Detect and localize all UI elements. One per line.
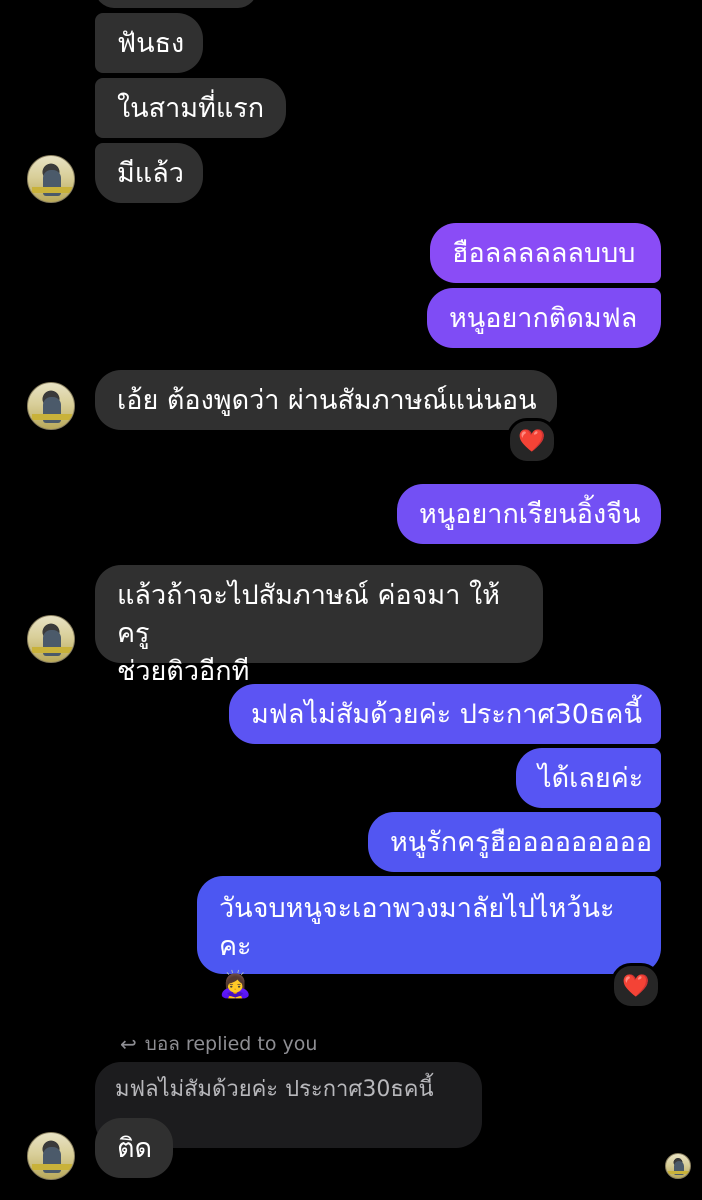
seen-receipt-avatar: [665, 1153, 691, 1179]
sender-avatar[interactable]: [27, 155, 75, 203]
sender-avatar[interactable]: [27, 1132, 75, 1180]
message-line: 🙇‍♀️: [219, 966, 639, 1004]
incoming-message-cutoff[interactable]: [95, 0, 257, 8]
reply-meta-text: บอล replied to you: [144, 1033, 318, 1055]
avatar-banner: [32, 647, 72, 653]
heart-reaction[interactable]: ❤️: [507, 418, 557, 464]
incoming-message[interactable]: ฟันธง: [95, 13, 203, 73]
reply-arrow-icon: ↩: [120, 1032, 137, 1056]
outgoing-message[interactable]: หนูอยากเรียนอิ้งจีน: [397, 484, 661, 544]
heart-icon: ❤️: [622, 973, 650, 999]
outgoing-message[interactable]: วันจบหนูจะเอาพวงมาลัยไปไหว้นะคะ 🙇‍♀️: [197, 876, 661, 1000]
outgoing-message[interactable]: ได้เลยค่ะ: [516, 748, 661, 808]
heart-reaction[interactable]: ❤️: [611, 963, 661, 1009]
avatar-banner: [32, 414, 72, 420]
sender-avatar[interactable]: [27, 615, 75, 663]
incoming-message[interactable]: ในสามที่แรก: [95, 78, 286, 138]
incoming-message[interactable]: ติด: [95, 1118, 173, 1178]
avatar-banner: [32, 1164, 72, 1170]
message-line: วันจบหนูจะเอาพวงมาลัยไปไหว้นะคะ: [219, 893, 615, 962]
sender-avatar[interactable]: [27, 382, 75, 430]
reply-header: ↩ บอล replied to you: [120, 1029, 317, 1059]
incoming-message[interactable]: แล้วถ้าจะไปสัมภาษณ์ ค่อจมา ให้ครู ช่วยติ…: [95, 565, 543, 687]
incoming-message[interactable]: มีแล้ว: [95, 143, 203, 203]
outgoing-message[interactable]: หนูอยากติดมฟล: [427, 288, 661, 348]
incoming-message[interactable]: เอ้ย ต้องพูดว่า ผ่านสัมภาษณ์แน่นอน: [95, 370, 557, 430]
avatar-banner: [32, 187, 72, 193]
heart-icon: ❤️: [518, 428, 546, 454]
message-line: แล้วถ้าจะไปสัมภาษณ์ ค่อจมา ให้ครู: [117, 580, 500, 649]
outgoing-message[interactable]: ฮือลลลลลลบบบ: [430, 223, 661, 283]
chat-thread: ฟันธง ในสามที่แรก มีแล้ว ฮือลลลลลลบบบ หน…: [0, 0, 702, 1200]
outgoing-message[interactable]: มฟลไม่สัมด้วยค่ะ ประกาศ30ธคนี้: [229, 684, 661, 744]
bowing-emoji-icon: 🙇‍♀️: [219, 970, 252, 1000]
avatar-banner: [668, 1171, 690, 1174]
outgoing-message[interactable]: หนูรักครูฮือออออออออ: [368, 812, 661, 872]
